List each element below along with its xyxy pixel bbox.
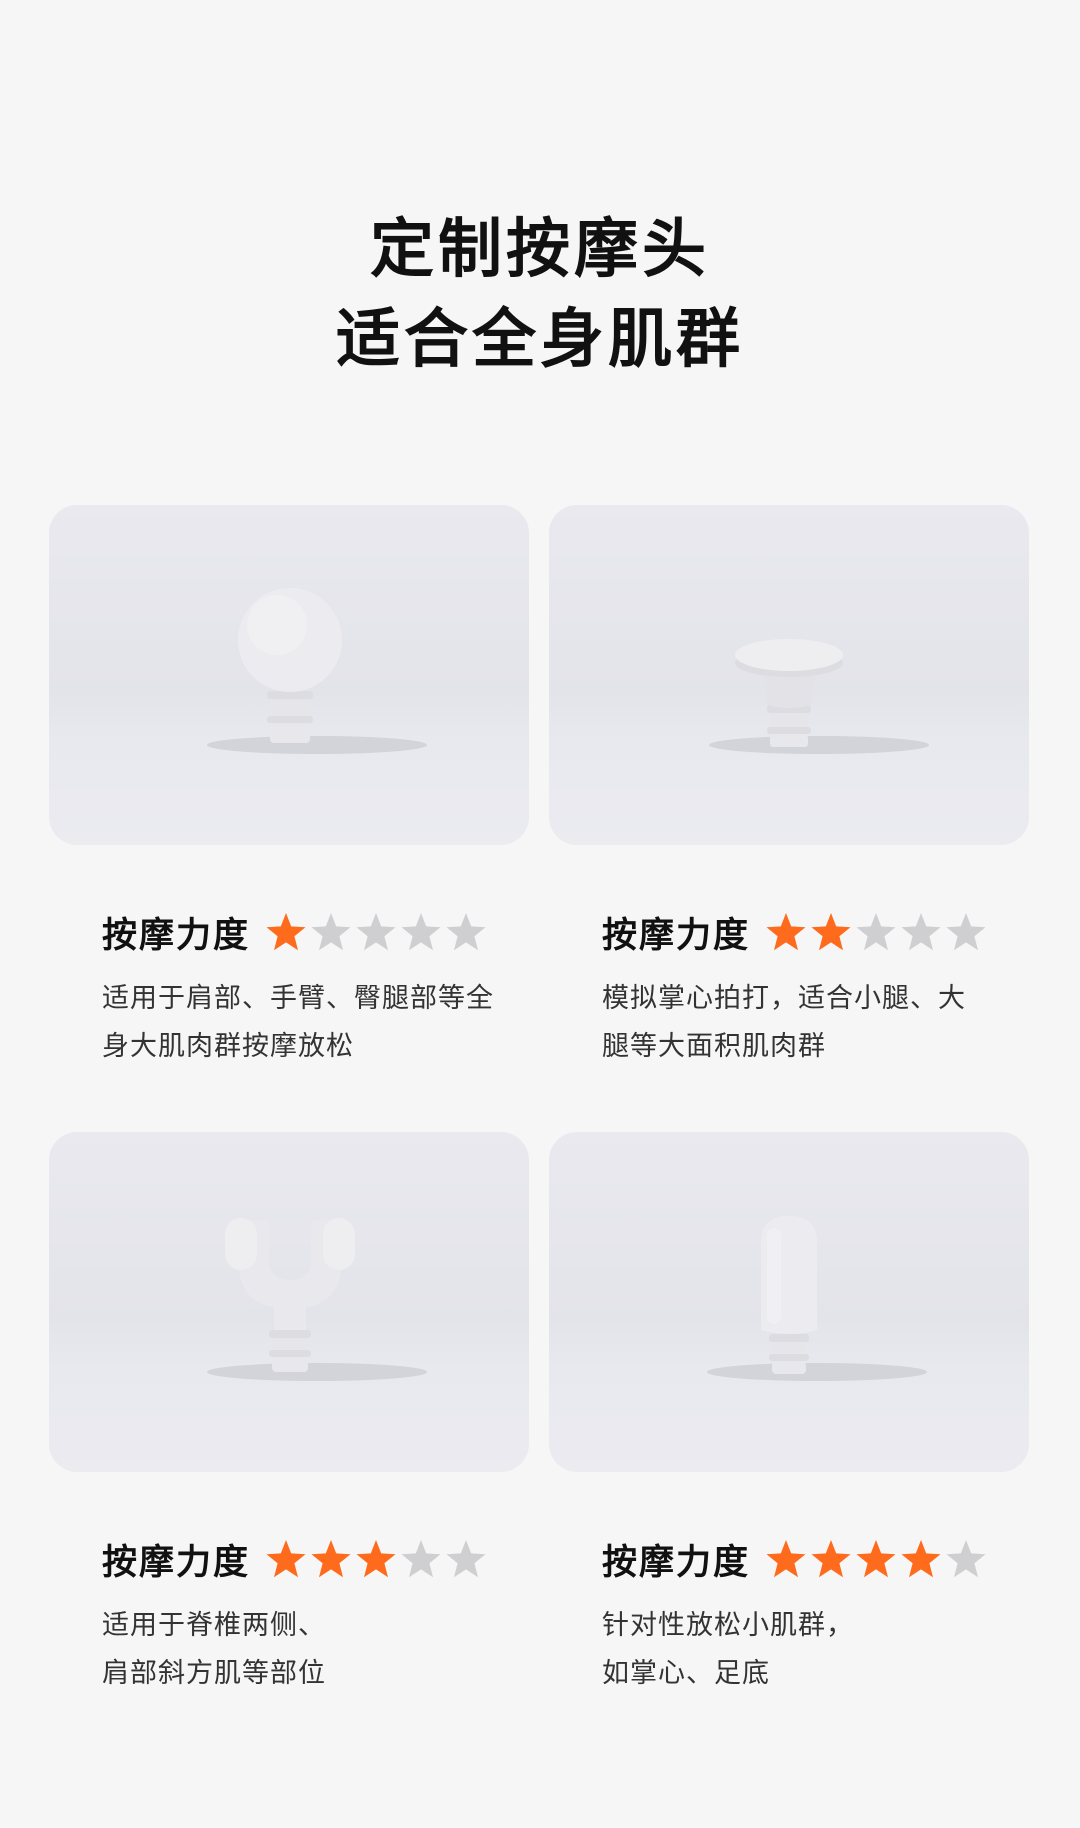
star-empty-icon — [944, 1537, 988, 1581]
desc-line-2: 肩部斜方肌等部位 — [102, 1658, 326, 1689]
flat-head-image — [549, 505, 1029, 845]
star-empty-icon — [309, 910, 353, 954]
card-description: 适用于脊椎两侧、 肩部斜方肌等部位 — [102, 1602, 522, 1698]
headline-line-2: 适合全身肌群 — [336, 303, 744, 377]
fork-head-image — [49, 1132, 529, 1472]
desc-line-2: 身大肌肉群按摩放松 — [102, 1031, 354, 1062]
star-rating — [764, 910, 989, 954]
rating-label: 按摩力度 — [602, 1542, 751, 1583]
bullet-head-image — [549, 1132, 1029, 1472]
card-description: 模拟掌心拍打，适合小腿、大 腿等大面积肌肉群 — [602, 975, 1022, 1071]
star-rating — [764, 1537, 989, 1581]
star-filled-icon — [309, 1537, 353, 1581]
ball-head-image — [49, 505, 529, 845]
star-filled-icon — [809, 910, 853, 954]
star-filled-icon — [854, 1537, 898, 1581]
desc-line-1: 适用于肩部、手臂、臀腿部等全 — [102, 983, 494, 1014]
massage-head-card: 按摩力度 适用于脊椎两侧、 肩部斜方肌等部位 — [49, 1132, 529, 1689]
massage-head-card: 按摩力度 针对性放松小肌群， 如掌心、足底 — [549, 1132, 1029, 1689]
desc-line-2: 腿等大面积肌肉群 — [602, 1031, 826, 1062]
star-filled-icon — [764, 1537, 808, 1581]
headline-line-1: 定制按摩头 — [370, 213, 710, 287]
rating-label: 按摩力度 — [102, 1542, 251, 1583]
intensity-rating: 按摩力度 — [102, 1534, 489, 1584]
desc-line-1: 针对性放松小肌群， — [602, 1610, 854, 1641]
star-empty-icon — [399, 910, 443, 954]
rating-label: 按摩力度 — [102, 915, 251, 956]
star-empty-icon — [944, 910, 988, 954]
card-description: 适用于肩部、手臂、臀腿部等全 身大肌肉群按摩放松 — [102, 975, 522, 1071]
desc-line-1: 适用于脊椎两侧、 — [102, 1610, 326, 1641]
star-empty-icon — [444, 910, 488, 954]
intensity-rating: 按摩力度 — [602, 907, 989, 957]
star-filled-icon — [264, 910, 308, 954]
star-filled-icon — [764, 910, 808, 954]
star-rating — [264, 910, 489, 954]
desc-line-1: 模拟掌心拍打，适合小腿、大 — [602, 983, 966, 1014]
star-filled-icon — [264, 1537, 308, 1581]
star-empty-icon — [399, 1537, 443, 1581]
star-filled-icon — [809, 1537, 853, 1581]
star-empty-icon — [444, 1537, 488, 1581]
star-filled-icon — [354, 1537, 398, 1581]
desc-line-2: 如掌心、足底 — [602, 1658, 770, 1689]
intensity-rating: 按摩力度 — [102, 907, 489, 957]
page-headline: 定制按摩头 适合全身肌群 — [0, 205, 1080, 385]
star-empty-icon — [854, 910, 898, 954]
star-empty-icon — [354, 910, 398, 954]
star-filled-icon — [899, 1537, 943, 1581]
rating-label: 按摩力度 — [602, 915, 751, 956]
massage-head-card: 按摩力度 模拟掌心拍打，适合小腿、大 腿等大面积肌肉群 — [549, 505, 1029, 1062]
card-description: 针对性放松小肌群， 如掌心、足底 — [602, 1602, 1022, 1698]
massage-head-card: 按摩力度 适用于肩部、手臂、臀腿部等全 身大肌肉群按摩放松 — [49, 505, 529, 1062]
star-rating — [264, 1537, 489, 1581]
intensity-rating: 按摩力度 — [602, 1534, 989, 1584]
star-empty-icon — [899, 910, 943, 954]
